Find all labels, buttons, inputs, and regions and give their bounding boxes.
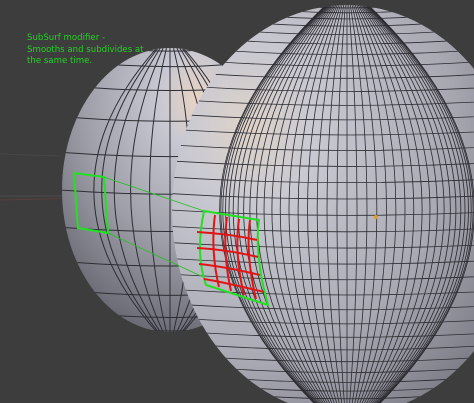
annotation-line-3: the same time. <box>27 56 93 66</box>
annotation-line-1: SubSurf modifier - <box>27 33 106 43</box>
annotation-line-2: Smooths and subdivides at <box>27 44 144 55</box>
annotation-caption: SubSurf modifier - Smooths and subdivide… <box>27 33 144 68</box>
object-origin-dot <box>374 215 378 219</box>
3d-viewport[interactable]: SubSurf modifier - Smooths and subdivide… <box>0 0 474 403</box>
